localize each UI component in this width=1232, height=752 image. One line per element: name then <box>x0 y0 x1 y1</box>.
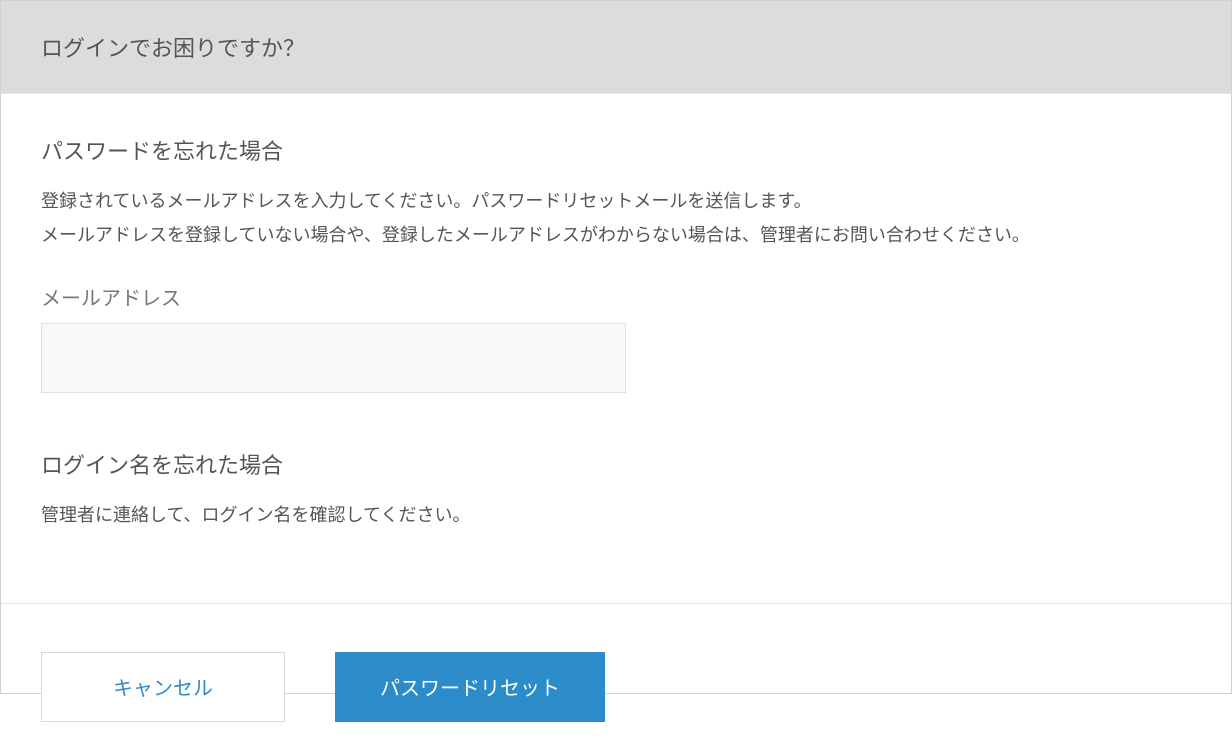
email-field-label: メールアドレス <box>41 282 1191 311</box>
username-section: ログイン名を忘れた場合 管理者に連絡して、ログイン名を確認してください。 <box>41 448 1191 532</box>
password-section-title: パスワードを忘れた場合 <box>41 134 1191 166</box>
password-section: パスワードを忘れた場合 登録されているメールアドレスを入力してください。パスワー… <box>41 134 1191 393</box>
description-line-1: 登録されているメールアドレスを入力してください。パスワードリセットメールを送信し… <box>41 191 812 211</box>
cancel-button[interactable]: キャンセル <box>41 652 285 722</box>
email-input[interactable] <box>41 323 626 393</box>
password-section-description: 登録されているメールアドレスを入力してください。パスワードリセットメールを送信し… <box>41 184 1191 252</box>
page-header: ログインでお困りですか？ <box>1 1 1231 94</box>
description-line-2: メールアドレスを登録していない場合や、登録したメールアドレスがわからない場合は、… <box>41 225 1030 245</box>
footer-actions: キャンセル パスワードリセット <box>1 603 1231 752</box>
username-section-title: ログイン名を忘れた場合 <box>41 448 1191 480</box>
password-reset-button[interactable]: パスワードリセット <box>335 652 605 722</box>
page-title: ログインでお困りですか？ <box>41 31 1191 63</box>
username-section-description: 管理者に連絡して、ログイン名を確認してください。 <box>41 498 1191 532</box>
content-area: パスワードを忘れた場合 登録されているメールアドレスを入力してください。パスワー… <box>1 94 1231 603</box>
